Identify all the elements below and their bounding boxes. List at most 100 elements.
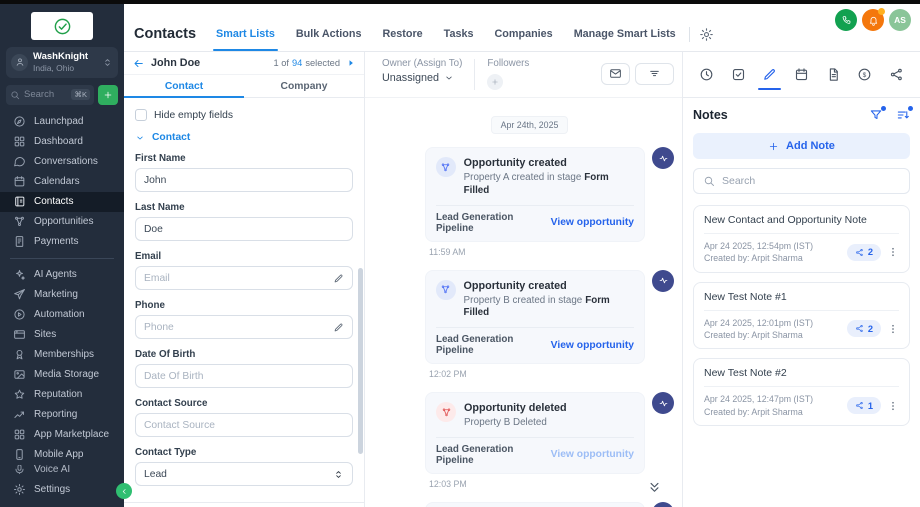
scroll-to-bottom-icon[interactable] bbox=[647, 480, 662, 495]
contact-source-label: Contact Source bbox=[135, 398, 208, 409]
hide-empty-fields-checkbox[interactable] bbox=[135, 109, 147, 121]
sidebar-item-conversations[interactable]: Conversations bbox=[0, 152, 124, 172]
note-share-badge[interactable]: 1 bbox=[846, 397, 881, 415]
sidebar-item-memberships[interactable]: Memberships bbox=[0, 345, 124, 365]
tab-associations[interactable] bbox=[889, 52, 904, 97]
dob-field[interactable] bbox=[144, 370, 344, 382]
sidebar-search-input[interactable] bbox=[24, 89, 68, 100]
notes-sort-icon[interactable] bbox=[896, 106, 913, 122]
notes-search[interactable] bbox=[693, 168, 910, 194]
calendar-icon bbox=[13, 175, 26, 188]
note-menu-kebab-icon[interactable] bbox=[887, 323, 899, 335]
tab-tasks[interactable]: Tasks bbox=[444, 28, 474, 51]
note-card[interactable]: New Test Note #2 Apr 24 2025, 12:47pm (I… bbox=[693, 358, 910, 426]
notifications-button[interactable] bbox=[862, 8, 885, 31]
sidebar-item-ai-agents[interactable]: AI Agents bbox=[0, 265, 124, 285]
email-button[interactable] bbox=[601, 62, 630, 85]
tab-restore[interactable]: Restore bbox=[382, 28, 422, 51]
sidebar-search[interactable]: ⌘K bbox=[6, 84, 94, 105]
pulse-icon bbox=[658, 398, 669, 409]
document-icon bbox=[826, 67, 841, 82]
account-switcher[interactable]: WashKnight India, Ohio bbox=[6, 47, 118, 78]
header-tabs: Smart Lists Bulk Actions Restore Tasks C… bbox=[213, 28, 676, 51]
sidebar-collapse-toggle[interactable] bbox=[116, 483, 132, 499]
search-icon bbox=[10, 90, 20, 100]
sidebar-item-reputation[interactable]: Reputation bbox=[0, 385, 124, 405]
tab-companies[interactable]: Companies bbox=[494, 28, 552, 51]
first-name-field[interactable] bbox=[144, 174, 344, 186]
tab-notes[interactable] bbox=[758, 52, 782, 97]
dashboard-icon bbox=[13, 135, 26, 148]
section-contact-toggle[interactable]: Contact bbox=[135, 132, 353, 143]
header-divider bbox=[688, 27, 690, 42]
sidebar-item-sites[interactable]: Sites bbox=[0, 325, 124, 345]
award-icon bbox=[13, 348, 26, 361]
note-menu-kebab-icon[interactable] bbox=[887, 400, 899, 412]
edit-pencil-icon[interactable] bbox=[333, 322, 344, 333]
notes-search-input[interactable] bbox=[722, 175, 900, 187]
filter-activity-button[interactable] bbox=[635, 62, 674, 85]
sidebar-item-automation[interactable]: Automation bbox=[0, 305, 124, 325]
note-date: Apr 24 2025, 12:47pm (IST) bbox=[704, 394, 814, 405]
form-scrollbar[interactable] bbox=[358, 268, 363, 454]
sidebar-item-settings[interactable]: Settings bbox=[0, 479, 124, 499]
activity-avatar bbox=[652, 501, 674, 507]
chevron-down-icon bbox=[444, 73, 454, 83]
note-card[interactable]: New Contact and Opportunity Note Apr 24 … bbox=[693, 205, 910, 273]
notes-panel: $ Notes Add Note Search New Contact and … bbox=[683, 52, 920, 507]
view-opportunity-link[interactable]: View opportunity bbox=[551, 449, 634, 460]
contact-source-field[interactable] bbox=[144, 419, 344, 431]
mobile-icon bbox=[13, 448, 26, 461]
view-opportunity-link[interactable]: View opportunity bbox=[551, 340, 634, 351]
sidebar-item-marketing[interactable]: Marketing bbox=[0, 285, 124, 305]
sidebar-item-mobile-app[interactable]: Mobile App bbox=[0, 445, 124, 465]
email-field[interactable] bbox=[144, 272, 325, 284]
add-follower-button[interactable] bbox=[487, 74, 504, 90]
contact-type-select[interactable]: Lead bbox=[135, 462, 353, 486]
tab-contact[interactable]: Contact bbox=[124, 75, 244, 98]
sidebar-item-payments[interactable]: Payments bbox=[0, 232, 124, 252]
note-share-badge[interactable]: 2 bbox=[846, 320, 881, 338]
sidebar-item-reporting[interactable]: Reporting bbox=[0, 405, 124, 425]
tab-appointments[interactable] bbox=[794, 52, 809, 97]
user-icon bbox=[15, 57, 25, 67]
sidebar-item-opportunities[interactable]: Opportunities bbox=[0, 212, 124, 232]
sidebar-item-voice-ai[interactable]: Voice AI bbox=[0, 464, 124, 474]
opportunity-created-icon bbox=[436, 157, 456, 177]
tab-company[interactable]: Company bbox=[244, 75, 364, 97]
notes-filter-funnel-icon[interactable] bbox=[869, 106, 886, 122]
back-arrow-icon[interactable] bbox=[132, 57, 145, 70]
tab-payments[interactable]: $ bbox=[857, 52, 872, 97]
note-share-badge[interactable]: 2 bbox=[846, 243, 881, 261]
sidebar-item-dashboard[interactable]: Dashboard bbox=[0, 132, 124, 152]
add-note-button[interactable]: Add Note bbox=[693, 133, 910, 159]
tab-tasks[interactable] bbox=[731, 52, 746, 97]
owner-select[interactable]: Unassigned bbox=[382, 72, 462, 84]
user-avatar[interactable]: AS bbox=[889, 9, 911, 31]
sparkles-icon bbox=[13, 268, 26, 281]
receipt-icon bbox=[13, 235, 26, 248]
record-count: 94 bbox=[292, 58, 303, 68]
tab-bulk-actions[interactable]: Bulk Actions bbox=[296, 28, 362, 51]
note-menu-kebab-icon[interactable] bbox=[887, 246, 899, 258]
sidebar-item-contacts[interactable]: Contacts bbox=[0, 191, 124, 212]
tab-smart-lists[interactable]: Smart Lists bbox=[213, 28, 278, 51]
trend-icon bbox=[13, 408, 26, 421]
tab-documents[interactable] bbox=[826, 52, 841, 97]
tab-activity[interactable] bbox=[699, 52, 714, 97]
sidebar-item-calendars[interactable]: Calendars bbox=[0, 172, 124, 192]
next-record-caret-icon[interactable] bbox=[346, 58, 356, 68]
quick-add-button[interactable] bbox=[98, 84, 118, 105]
dialer-button[interactable] bbox=[835, 9, 857, 31]
view-opportunity-link[interactable]: View opportunity bbox=[551, 217, 634, 228]
edit-pencil-icon[interactable] bbox=[333, 273, 344, 284]
sidebar-item-media-storage[interactable]: Media Storage bbox=[0, 365, 124, 385]
smart-lists-settings-gear-icon[interactable] bbox=[699, 27, 714, 42]
sidebar-item-app-marketplace[interactable]: App Marketplace bbox=[0, 425, 124, 445]
tab-manage-smart-lists[interactable]: Manage Smart Lists bbox=[574, 28, 676, 51]
last-name-field[interactable] bbox=[144, 223, 344, 235]
sidebar-item-launchpad[interactable]: Launchpad bbox=[0, 112, 124, 132]
note-card[interactable]: New Test Note #1 Apr 24 2025, 12:01pm (I… bbox=[693, 281, 910, 350]
plus-icon bbox=[768, 141, 779, 152]
phone-field[interactable] bbox=[144, 321, 325, 333]
